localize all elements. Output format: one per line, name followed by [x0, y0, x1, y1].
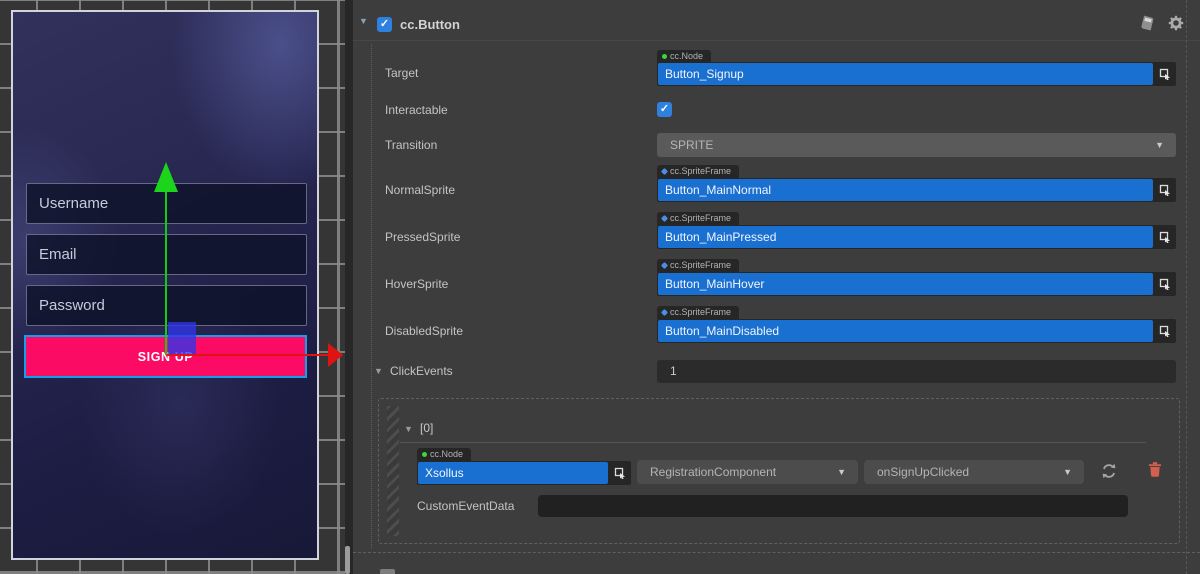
chevron-down-icon: ▼: [1155, 140, 1164, 150]
handler-dropdown-value: onSignUpClicked: [877, 465, 969, 479]
interactable-label: Interactable: [385, 103, 448, 117]
panel-divider[interactable]: [345, 0, 353, 574]
event-node-reference-value[interactable]: Xsollus: [418, 462, 608, 484]
scene-scrollbar-thumb[interactable]: [345, 546, 350, 574]
element-collapse-arrow-icon[interactable]: ▼: [404, 424, 413, 434]
pressed-sprite-reference-value[interactable]: Button_MainPressed: [658, 226, 1153, 248]
normal-sprite-picker-icon[interactable]: [1154, 178, 1176, 202]
transition-label: Transition: [385, 138, 437, 152]
pressed-sprite-picker-icon[interactable]: [1154, 225, 1176, 249]
chevron-down-icon: ▼: [837, 467, 846, 477]
normal-sprite-reference-value[interactable]: Button_MainNormal: [658, 179, 1153, 201]
hover-sprite-type-tag: cc.SpriteFrame: [657, 259, 739, 272]
event-node-picker-icon[interactable]: [609, 461, 631, 485]
refresh-icon[interactable]: [1100, 462, 1118, 480]
disabled-sprite-type-tag: cc.SpriteFrame: [657, 306, 739, 319]
custom-event-data-input[interactable]: [538, 495, 1128, 517]
pressed-sprite-type-tag: cc.SpriteFrame: [657, 212, 739, 225]
event-node-reference-field: Xsollus: [417, 461, 631, 485]
disabled-sprite-reference-value[interactable]: Button_MainDisabled: [658, 320, 1153, 342]
indent-guide-line: [371, 44, 372, 549]
spriteframe-type-dot-icon: [661, 168, 668, 175]
chevron-down-icon: ▼: [1063, 467, 1072, 477]
inspector-panel: ▼ ✓ cc.Button Target cc.Node Button_: [353, 0, 1200, 574]
element-separator: [400, 442, 1146, 443]
target-label: Target: [385, 66, 418, 80]
component-enabled-checkbox[interactable]: ✓: [377, 17, 392, 32]
gear-icon[interactable]: [1168, 15, 1184, 36]
inspector-right-edge: [1186, 0, 1187, 574]
spriteframe-type-dot-icon: [661, 262, 668, 269]
component-dropdown[interactable]: RegistrationComponent ▼: [637, 460, 858, 484]
gizmo-x-axis-line: [167, 354, 328, 356]
trash-icon[interactable]: [1148, 461, 1162, 477]
normal-sprite-label: NormalSprite: [385, 183, 455, 197]
event-node-type-tag: cc.Node: [417, 448, 471, 461]
disabled-sprite-label: DisabledSprite: [385, 324, 463, 338]
pressed-sprite-reference-field: Button_MainPressed: [657, 225, 1176, 249]
target-reference-value[interactable]: Button_Signup: [658, 63, 1153, 85]
disabled-sprite-reference-field: Button_MainDisabled: [657, 319, 1176, 343]
clickevents-collapse-arrow-icon[interactable]: ▼: [374, 366, 383, 376]
transition-dropdown[interactable]: SPRITE ▼: [657, 133, 1176, 157]
component-dropdown-value: RegistrationComponent: [650, 465, 776, 479]
gizmo-y-axis-arrow[interactable]: [154, 162, 178, 192]
next-component-stub: [380, 569, 395, 574]
component-title: cc.Button: [400, 17, 460, 32]
normal-sprite-reference-field: Button_MainNormal: [657, 178, 1176, 202]
normal-sprite-type-tag-text: cc.SpriteFrame: [670, 166, 731, 176]
spriteframe-type-dot-icon: [661, 309, 668, 316]
transition-dropdown-value: SPRITE: [670, 138, 713, 152]
hover-sprite-type-tag-text: cc.SpriteFrame: [670, 260, 731, 270]
clickevents-label: ClickEvents: [390, 364, 453, 378]
node-type-dot-icon: [422, 452, 427, 457]
header-separator: [353, 40, 1200, 41]
target-type-tag-text: cc.Node: [670, 51, 703, 61]
pressed-sprite-type-tag-text: cc.SpriteFrame: [670, 213, 731, 223]
hover-sprite-reference-value[interactable]: Button_MainHover: [658, 273, 1153, 295]
docs-book-icon[interactable]: [1139, 15, 1155, 36]
gizmo-x-axis-arrow[interactable]: [328, 343, 343, 367]
disabled-sprite-picker-icon[interactable]: [1154, 319, 1176, 343]
component-bottom-separator: [353, 552, 1200, 553]
event-node-type-tag-text: cc.Node: [430, 449, 463, 459]
interactable-checkbox[interactable]: ✓: [657, 102, 672, 117]
event-handler-box: ▼ [0] cc.Node Xsollus RegistrationCompon…: [378, 398, 1180, 544]
component-collapse-arrow-icon[interactable]: ▼: [359, 16, 368, 26]
gizmo-xy-handle[interactable]: [168, 322, 196, 354]
clickevents-count-field[interactable]: 1: [657, 360, 1176, 383]
custom-event-data-label: CustomEventData: [417, 499, 514, 513]
target-reference-field: Button_Signup: [657, 62, 1176, 86]
spriteframe-type-dot-icon: [661, 215, 668, 222]
pressed-sprite-label: PressedSprite: [385, 230, 460, 244]
disabled-sprite-type-tag-text: cc.SpriteFrame: [670, 307, 731, 317]
target-picker-icon[interactable]: [1154, 62, 1176, 86]
scene-view[interactable]: Username Email Password SIGN UP: [0, 0, 345, 574]
hover-sprite-reference-field: Button_MainHover: [657, 272, 1176, 296]
element-index-label: [0]: [420, 421, 433, 435]
hover-sprite-label: HoverSprite: [385, 277, 448, 291]
node-type-dot-icon: [662, 54, 667, 59]
gizmo-y-axis-line: [165, 192, 167, 355]
array-element-drag-handle[interactable]: [387, 406, 399, 536]
normal-sprite-type-tag: cc.SpriteFrame: [657, 165, 739, 178]
handler-dropdown[interactable]: onSignUpClicked ▼: [864, 460, 1084, 484]
hover-sprite-picker-icon[interactable]: [1154, 272, 1176, 296]
